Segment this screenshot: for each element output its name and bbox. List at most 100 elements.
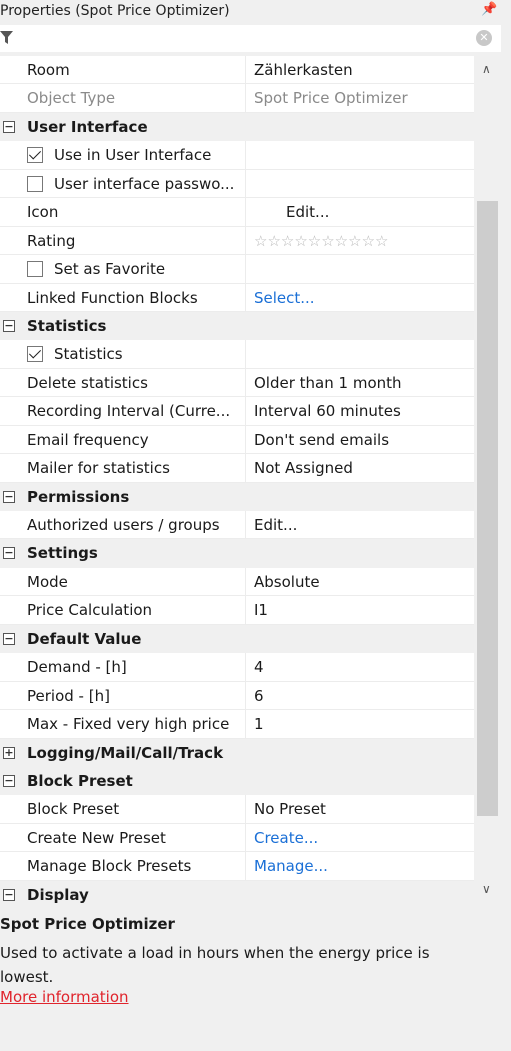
category-label: Logging/Mail/Call/Track [27,743,224,762]
property-row-ui-password[interactable]: User interface passwo... [0,169,474,199]
property-value[interactable]: No Preset [254,795,474,822]
property-row-rating[interactable]: Rating ☆☆☆☆☆☆☆☆☆☆ [0,226,474,256]
property-label: Manage Block Presets [27,852,246,880]
panel-title: Properties (Spot Price Optimizer) [0,3,230,19]
property-row-statistics[interactable]: Statistics [0,340,474,369]
more-information-link[interactable]: More information [0,988,129,1006]
property-value [254,340,474,367]
category-label: Statistics [27,316,107,335]
filter-bar[interactable]: ✕ [0,25,501,52]
expand-icon[interactable]: + [3,746,15,759]
property-row-mailer[interactable]: Mailer for statistics Not Assigned [0,454,474,483]
property-value [254,141,474,168]
select-link[interactable]: Select... [254,284,474,311]
scroll-down-icon[interactable]: ∨ [482,882,491,896]
collapse-icon[interactable]: − [3,120,15,133]
property-label: Icon [27,198,246,226]
pin-icon[interactable]: 📌 [481,2,497,17]
property-row-authorized-users[interactable]: Authorized users / groups Edit... [0,511,474,540]
property-value[interactable]: Absolute [254,568,474,595]
property-value[interactable]: 1 [254,710,474,737]
collapse-icon[interactable]: − [3,490,15,503]
collapse-icon[interactable]: − [3,319,15,332]
property-label: Mode [27,567,246,596]
property-label: Create New Preset [27,823,246,852]
collapse-icon[interactable]: − [3,774,15,787]
property-label: Authorized users / groups [27,511,246,539]
create-preset-link[interactable]: Create... [254,824,474,851]
property-value[interactable]: Older than 1 month [254,369,474,396]
property-row-delete-statistics[interactable]: Delete statistics Older than 1 month [0,368,474,398]
property-value[interactable]: Don't send emails [254,426,474,453]
property-label: Statistics [27,340,246,368]
collapse-icon[interactable]: − [3,547,15,560]
category-settings[interactable]: − Settings [0,539,474,568]
property-row-email-frequency[interactable]: Email frequency Don't send emails [0,425,474,455]
property-row-use-in-ui[interactable]: Use in User Interface [0,141,474,170]
vertical-scrollbar[interactable]: ∧ ∨ [474,56,501,905]
property-label: Linked Function Blocks [27,283,246,311]
property-label: User interface passwo... [27,169,246,198]
property-row-linked-function-blocks[interactable]: Linked Function Blocks Select... [0,283,474,312]
property-value[interactable]: Not Assigned [254,454,474,481]
rating-stars[interactable]: ☆☆☆☆☆☆☆☆☆☆ [254,227,474,254]
category-label: Display [27,885,89,904]
property-row-period[interactable]: Period - [h] 6 [0,681,474,711]
property-label: Delete statistics [27,368,246,397]
filter-icon[interactable] [0,31,14,49]
description-title: Spot Price Optimizer [0,915,175,933]
icon-edit-button[interactable]: Edit... [254,198,474,225]
property-label: Object Type [27,84,246,112]
category-label: Block Preset [27,771,133,790]
panel-edge [501,25,511,1051]
property-value[interactable]: Zählerkasten [254,56,474,83]
property-value[interactable]: 4 [254,653,474,680]
property-value[interactable]: 6 [254,682,474,709]
property-row-max-price[interactable]: Max - Fixed very high price 1 [0,710,474,739]
category-display[interactable]: − Display [0,880,474,905]
panel-titlebar: Properties (Spot Price Optimizer) 📌 [0,0,511,25]
property-value[interactable]: I1 [254,596,474,623]
property-label: Email frequency [27,425,246,454]
property-row-favorite[interactable]: Set as Favorite [0,255,474,284]
category-permissions[interactable]: − Permissions [0,482,474,511]
collapse-icon[interactable]: − [3,888,15,901]
collapse-icon[interactable]: − [3,632,15,645]
scroll-up-icon[interactable]: ∧ [482,62,491,76]
property-value [254,255,474,282]
property-row-recording-interval[interactable]: Recording Interval (Curre... Interval 60… [0,397,474,426]
authorized-users-edit-button[interactable]: Edit... [254,511,474,538]
property-row-manage-presets[interactable]: Manage Block Presets Manage... [0,852,474,881]
category-block-preset[interactable]: − Block Preset [0,766,474,796]
category-label: User Interface [27,117,148,136]
category-statistics[interactable]: − Statistics [0,311,474,341]
property-value [254,170,474,197]
category-logging[interactable]: + Logging/Mail/Call/Track [0,738,474,767]
property-row-mode[interactable]: Mode Absolute [0,567,474,597]
property-label: Mailer for statistics [27,454,246,482]
property-row-block-preset[interactable]: Block Preset No Preset [0,795,474,824]
category-label: Permissions [27,487,130,506]
property-row-icon[interactable]: Icon Edit... [0,198,474,227]
property-label: Demand - [h] [27,653,246,681]
category-default-value[interactable]: − Default Value [0,624,474,654]
property-row-demand[interactable]: Demand - [h] 4 [0,653,474,682]
property-row-create-preset[interactable]: Create New Preset Create... [0,823,474,853]
property-row-room[interactable]: Room Zählerkasten [0,56,474,85]
category-label: Default Value [27,629,142,648]
property-label: Use in User Interface [27,141,246,169]
property-value: Spot Price Optimizer [254,89,408,108]
property-label: Room [27,56,246,84]
clear-search-icon[interactable]: ✕ [476,30,492,46]
property-label: Max - Fixed very high price [27,710,246,738]
scrollbar-thumb[interactable] [477,201,498,816]
category-user-interface[interactable]: − User Interface [0,112,474,142]
property-label: Block Preset [27,795,246,823]
description-text: Used to activate a load in hours when th… [0,944,430,986]
property-grid: Room Zählerkasten Object Type Spot Price… [0,56,474,905]
property-value[interactable]: Interval 60 minutes [254,397,474,424]
property-label: Period - [h] [27,681,246,710]
property-row-price-calculation[interactable]: Price Calculation I1 [0,596,474,625]
manage-presets-link[interactable]: Manage... [254,852,474,879]
description-pane: Spot Price Optimizer Used to activate a … [0,908,511,1051]
